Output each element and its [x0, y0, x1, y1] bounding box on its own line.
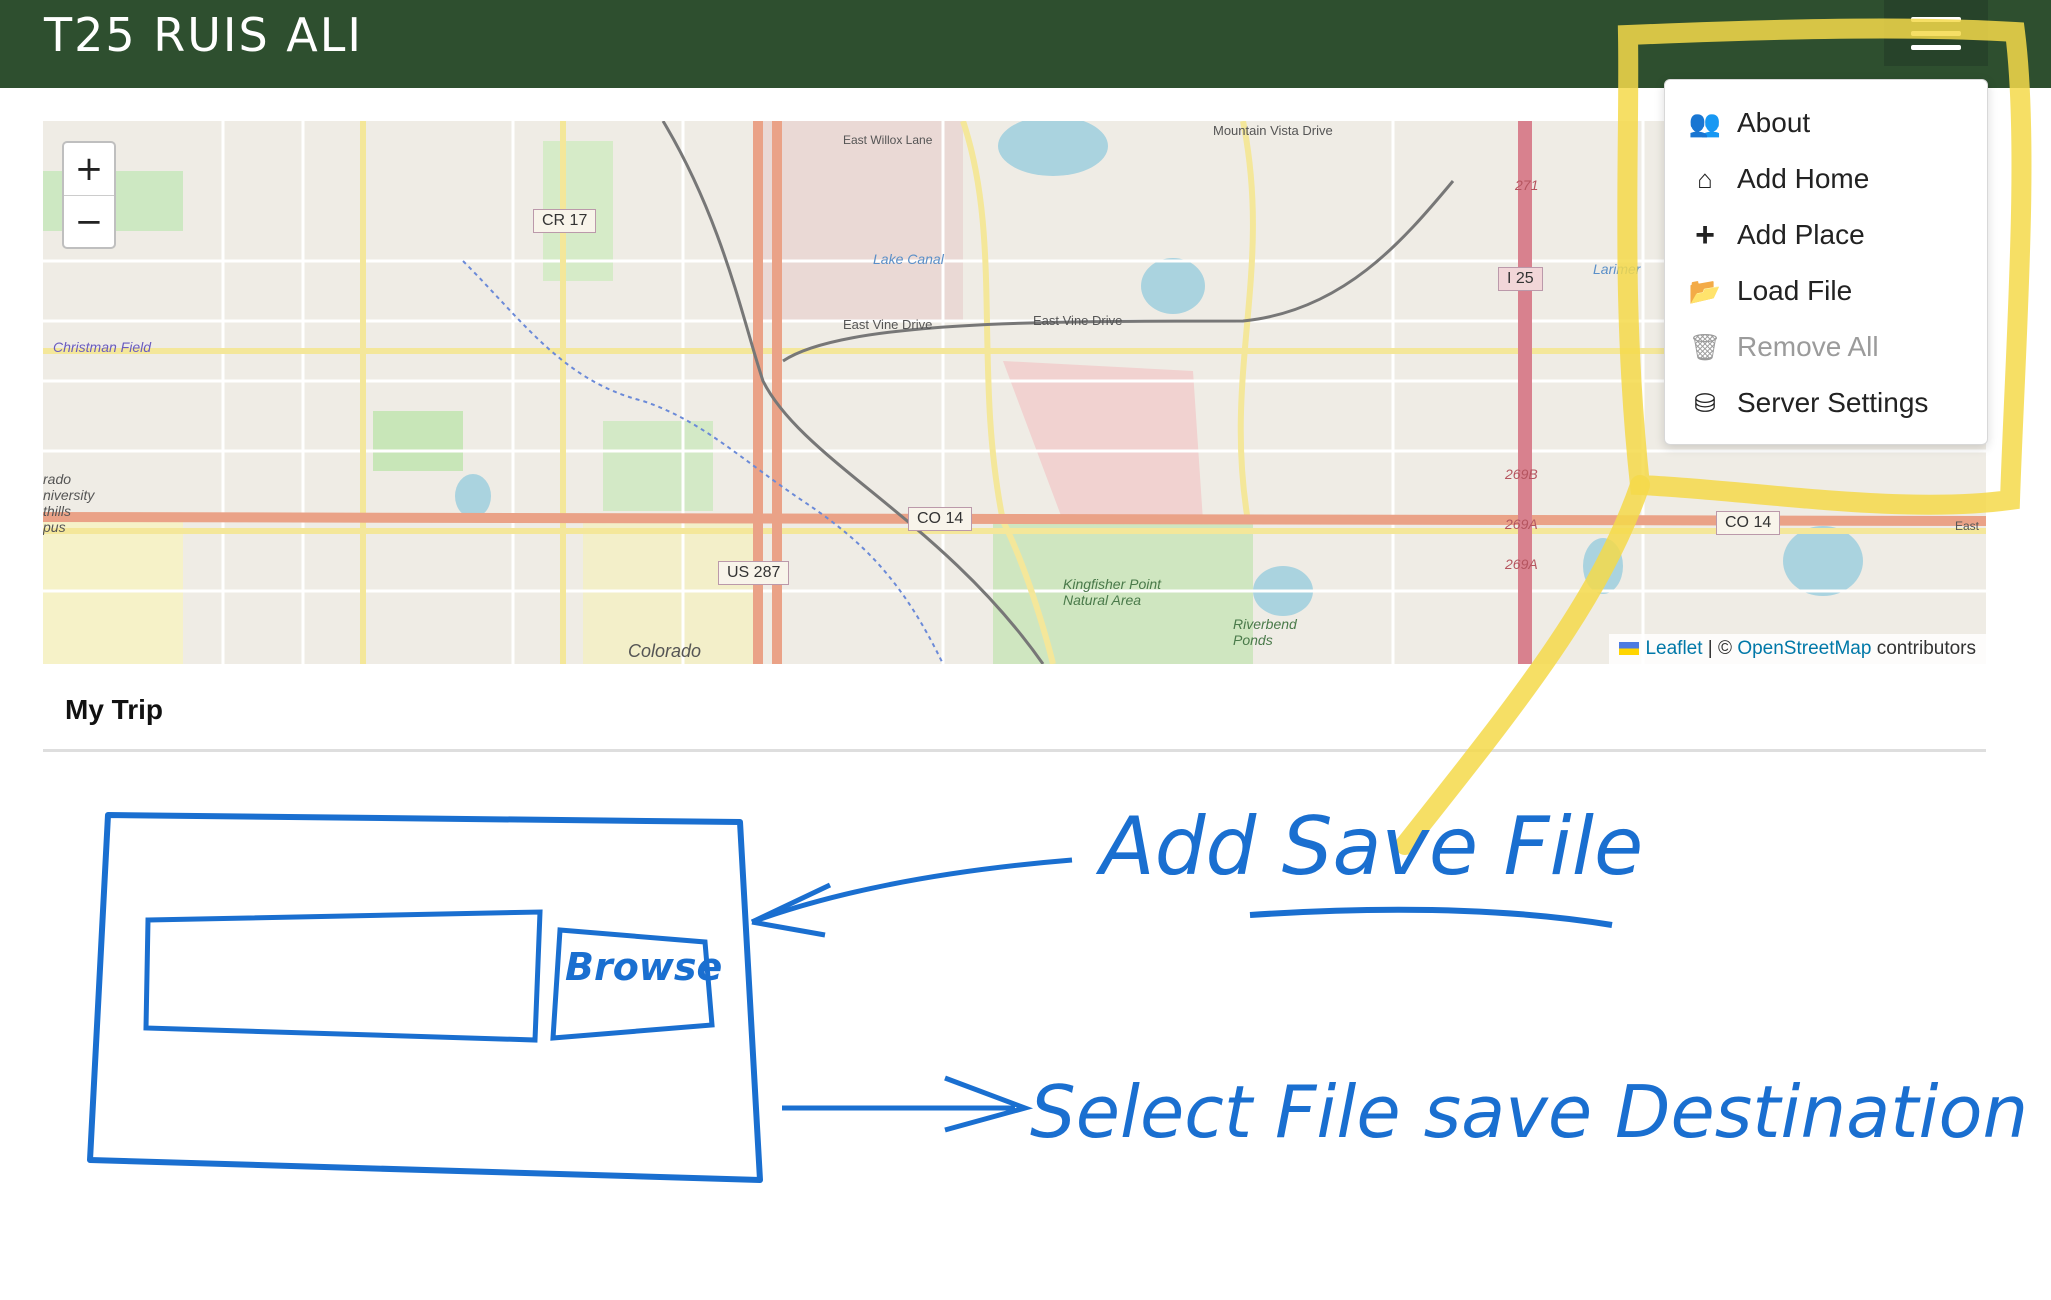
highlight-pointer [1395, 475, 1650, 855]
annotation-select-destination: Select File save Destination [1030, 1070, 2029, 1154]
sketch-text-field [143, 909, 543, 1043]
sketch-dialog-box [87, 812, 763, 1183]
sketch-underline [1249, 906, 1613, 928]
sketch-arrowhead-bottom [944, 1075, 1034, 1133]
annotation-add-save-file: Add Save File [1100, 800, 1644, 893]
sketch-arrow-top [751, 857, 1073, 925]
highlight-outline [1617, 18, 2032, 515]
sketch-browse-label: Browse [565, 945, 723, 989]
